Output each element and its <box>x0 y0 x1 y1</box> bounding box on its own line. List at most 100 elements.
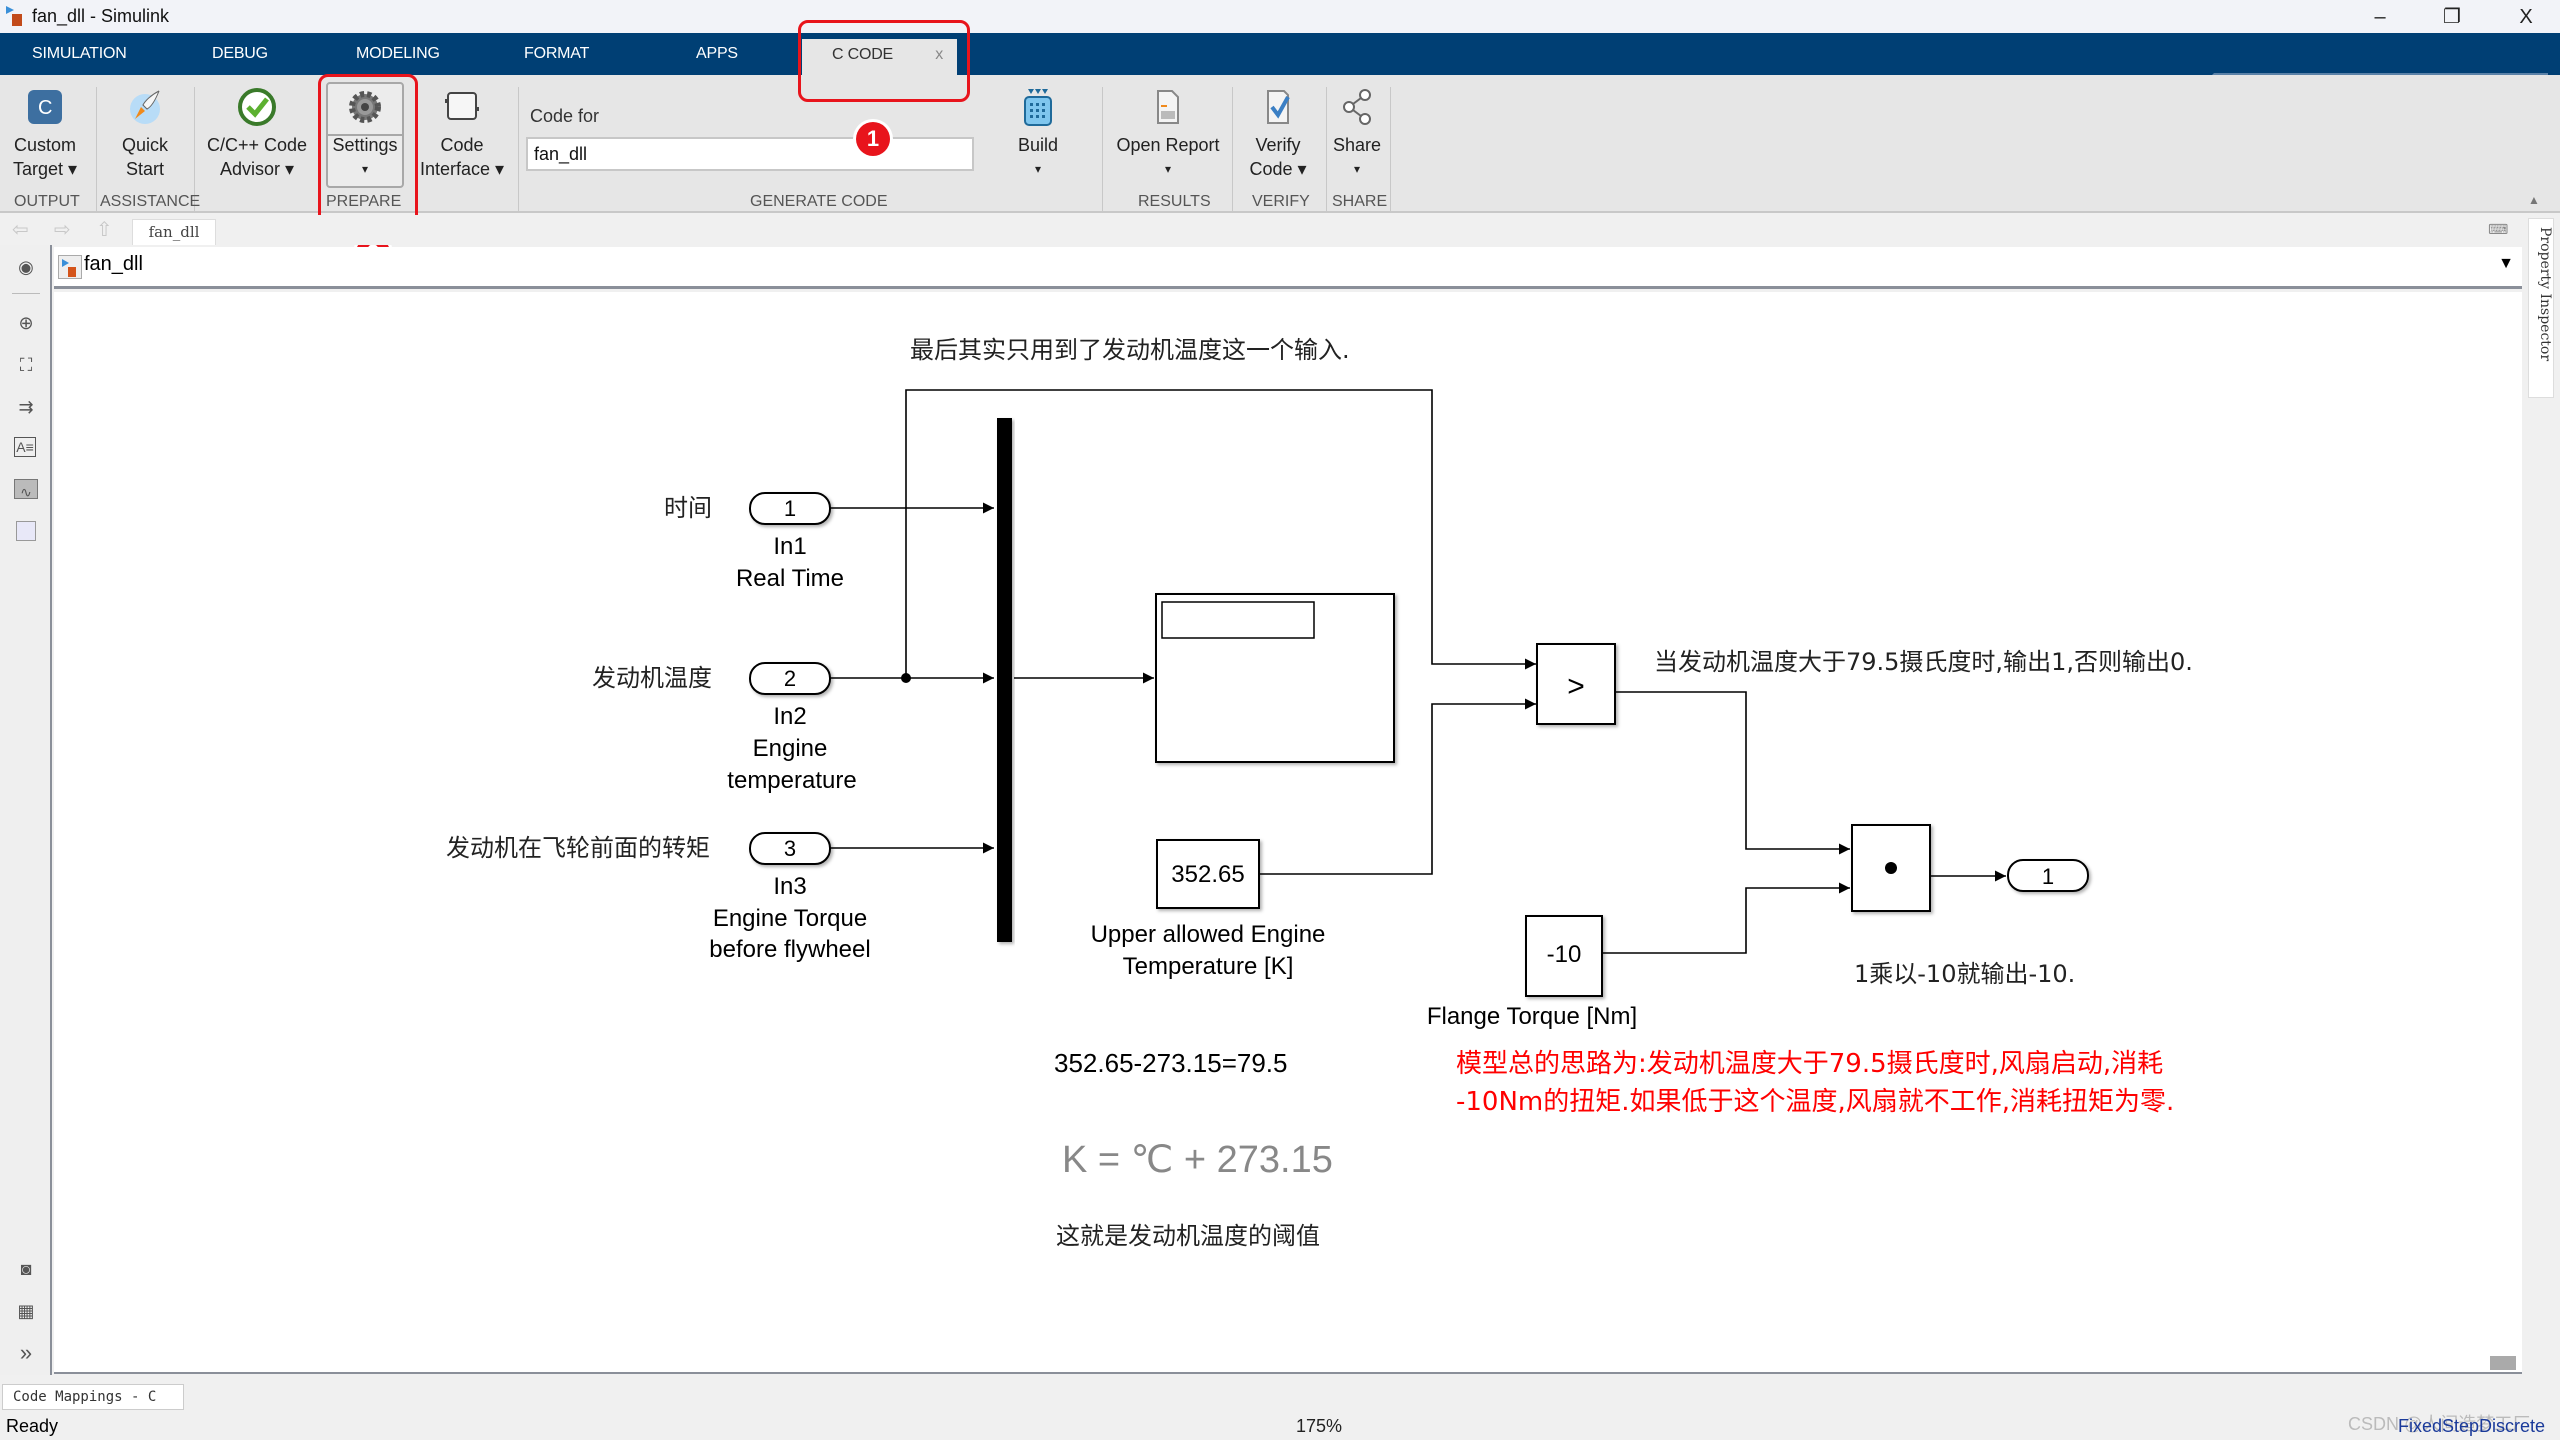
annotation-compare-note[interactable]: 当发动机温度大于79.5摄氏度时,输出1,否则输出0. <box>1654 648 2193 676</box>
branch-point <box>901 673 911 683</box>
constant-flange-torque-block[interactable]: -10 <box>1525 915 1603 997</box>
canvas-resize-handle[interactable] <box>2490 1356 2516 1370</box>
interface-block-icon <box>445 92 479 120</box>
tab-modeling[interactable]: MODELING <box>356 33 440 75</box>
address-dropdown-icon[interactable]: ▼ <box>2498 255 2514 273</box>
image-icon[interactable]: ∿ <box>14 479 38 500</box>
keyboard-icon[interactable]: ⌨ <box>2488 221 2508 238</box>
constant-upper-temperature-block[interactable]: 352.65 <box>1156 839 1260 909</box>
group-label-output: OUTPUT <box>14 193 80 210</box>
inport-1[interactable]: 1 <box>749 492 831 525</box>
tab-apps[interactable]: APPS <box>696 33 738 75</box>
tab-debug[interactable]: DEBUG <box>212 33 268 75</box>
annotation-summary-line-2[interactable]: -10Nm的扭矩.如果低于这个温度,风扇就不工作,消耗扭矩为零. <box>1456 1087 2174 1117</box>
build-icon <box>1024 89 1052 126</box>
palette-divider <box>12 293 40 294</box>
inport-3-number: 3 <box>784 836 796 861</box>
model-path[interactable]: fan_dll <box>84 253 143 276</box>
inport-2-number: 2 <box>784 666 796 691</box>
relational-operator-symbol: > <box>1567 670 1585 703</box>
annotation-badge-1: 1 <box>856 122 890 156</box>
signal-line-torque[interactable] <box>1603 882 1850 954</box>
collapse-toolstrip-icon[interactable]: ▲ <box>2528 193 2540 207</box>
inport-3[interactable]: 3 <box>749 832 831 865</box>
verify-code-label-1: Verify <box>1255 135 1301 155</box>
custom-target-button[interactable]: C Custom Target ▾ <box>8 83 82 191</box>
build-button[interactable]: Build ▾ <box>1000 83 1076 191</box>
up-arrow-icon[interactable]: ⇧ <box>96 217 113 242</box>
title-bar: fan_dll - Simulink – ❐ X <box>0 0 2560 33</box>
window-title: fan_dll - Simulink <box>32 6 170 26</box>
inport-3-description-1: Engine Torque <box>713 905 867 932</box>
inport-3-note: 发动机在飞轮前面的转矩 <box>446 834 710 862</box>
close-window-button[interactable]: X <box>2506 2 2546 32</box>
fit-to-view-icon[interactable]: ⛶ <box>14 353 38 377</box>
bus-creator-block[interactable] <box>997 418 1012 942</box>
annotation-top-note[interactable]: 最后其实只用到了发动机温度这一个输入. <box>910 336 1350 364</box>
annotation-multiply-note[interactable]: 1乘以-10就输出-10. <box>1854 960 2075 988</box>
outport-1[interactable]: 1 <box>2007 859 2089 892</box>
tab-simulation[interactable]: SIMULATION <box>32 33 127 75</box>
block-diagram: 1 In1 Real Time 时间 2 In2 Engine temperat… <box>446 336 2193 1250</box>
back-arrow-icon[interactable]: ⇦ <box>12 217 29 242</box>
share-icon <box>1343 89 1371 125</box>
forward-arrow-icon[interactable]: ⇨ <box>54 217 71 242</box>
property-inspector-tab[interactable]: Property Inspector <box>2528 218 2554 398</box>
constant-flange-torque-value: -10 <box>1547 941 1582 968</box>
open-report-label: Open Report <box>1116 135 1220 155</box>
annotation-threshold-note[interactable]: 这就是发动机温度的阈值 <box>1056 1222 1320 1250</box>
open-report-dropdown-icon[interactable]: ▾ <box>1110 157 1226 181</box>
share-button[interactable]: Share ▾ <box>1328 83 1386 191</box>
inport-2-description-2: temperature <box>727 767 856 794</box>
model-tab[interactable]: fan_dll <box>132 219 216 245</box>
signal-arrows-icon[interactable]: ⇉ <box>14 395 38 419</box>
ribbon-separator <box>1102 87 1103 211</box>
annotation-summary-line-1[interactable]: 模型总的思路为:发动机温度大于79.5摄氏度时,风扇启动,消耗 <box>1456 1049 2163 1079</box>
code-interface-button[interactable]: Code Interface ▾ <box>412 83 512 191</box>
quick-start-button[interactable]: Quick Start <box>104 83 186 191</box>
annotation-icon[interactable]: A≡ <box>14 437 36 457</box>
tab-format[interactable]: FORMAT <box>524 33 589 75</box>
inport-1-name: In1 <box>773 533 806 560</box>
restore-button[interactable]: ❐ <box>2432 2 2472 32</box>
display-block[interactable] <box>1155 593 1395 763</box>
model-browser-icon[interactable]: ▦ <box>14 1299 38 1323</box>
model-canvas[interactable]: 1 In1 Real Time 时间 2 In2 Engine temperat… <box>54 292 2522 1374</box>
build-dropdown-icon[interactable]: ▾ <box>1000 157 1076 181</box>
signal-line-compare-out[interactable] <box>1616 691 1850 855</box>
inport-1-note: 时间 <box>664 494 712 522</box>
annotation-kelvin-formula[interactable]: K = ℃ + 273.15 <box>1062 1139 1333 1181</box>
code-for-input[interactable] <box>526 137 974 171</box>
custom-target-label-2: Target ▾ <box>12 159 78 179</box>
product-symbol <box>1885 862 1897 874</box>
relational-operator-block[interactable]: > <box>1536 643 1616 725</box>
checkmark-icon <box>238 88 276 126</box>
open-report-button[interactable]: Open Report ▾ <box>1110 83 1226 191</box>
code-mappings-tab[interactable]: Code Mappings - C <box>2 1384 184 1410</box>
constant-upper-temperature-label-1: Upper allowed Engine <box>1091 921 1326 948</box>
verify-code-button[interactable]: Verify Code ▾ <box>1238 83 1318 191</box>
build-label: Build <box>1017 135 1059 155</box>
annotation-calculation[interactable]: 352.65-273.15=79.5 <box>1054 1048 1288 1078</box>
inport-2-name: In2 <box>773 703 806 730</box>
minimize-button[interactable]: – <box>2360 2 2400 32</box>
display-readout <box>1161 601 1315 639</box>
annotation-box-c-code-tab <box>798 20 970 102</box>
area-icon[interactable] <box>16 521 36 541</box>
product-block[interactable] <box>1851 824 1931 912</box>
expand-palette-icon[interactable]: » <box>14 1341 38 1365</box>
navigation-bar: ⇦ ⇨ ⇧ fan_dll ⌨ <box>0 215 2560 245</box>
screenshot-camera-icon[interactable]: ◙ <box>14 1257 38 1281</box>
inport-2[interactable]: 2 <box>749 662 831 695</box>
share-dropdown-icon[interactable]: ▾ <box>1328 157 1386 181</box>
verify-code-label-2: Code ▾ <box>1249 159 1307 179</box>
model-address-bar: fan_dll ▼ <box>54 247 2522 289</box>
hide-explorer-icon[interactable]: ◉ <box>14 255 38 279</box>
solver-link[interactable]: FixedStepDiscrete <box>2398 1416 2545 1437</box>
zoom-in-icon[interactable]: ⊕ <box>14 311 38 335</box>
constant-upper-temperature-label-2: Temperature [K] <box>1123 953 1294 980</box>
code-advisor-label-2: Advisor ▾ <box>219 159 295 179</box>
zoom-level: 175% <box>1296 1416 1343 1436</box>
code-advisor-button[interactable]: C/C++ Code Advisor ▾ <box>202 83 312 191</box>
rocket-icon <box>130 90 160 124</box>
